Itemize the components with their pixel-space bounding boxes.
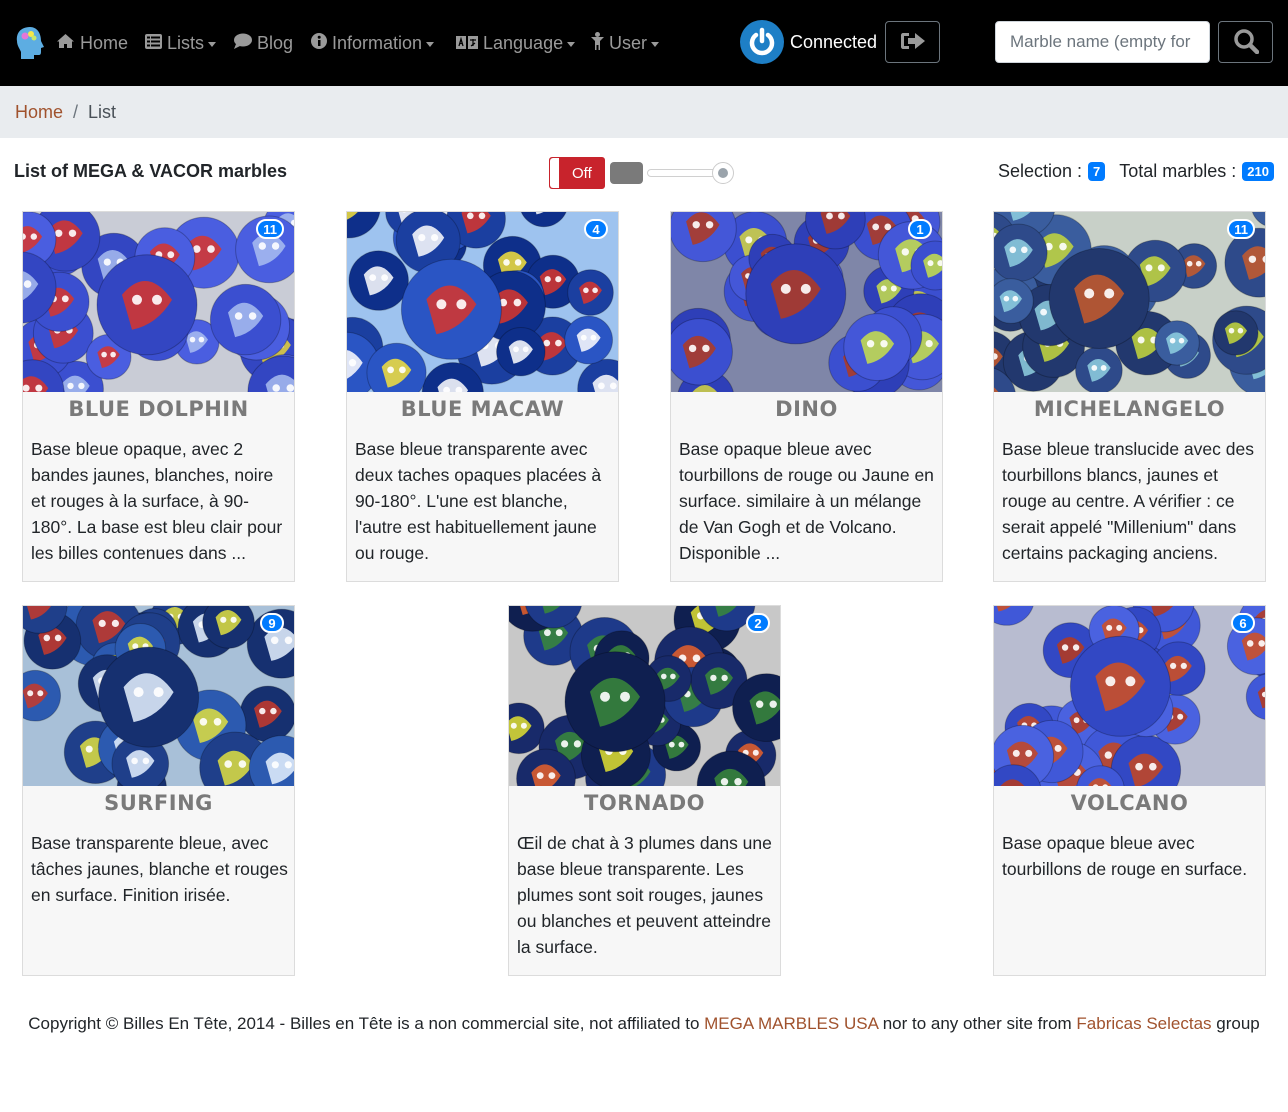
search-input[interactable] (995, 21, 1210, 63)
marble-card[interactable]: 2 TORNADO Œil de chat à 3 plumes dans une … (508, 605, 781, 976)
marble-photo-icon (509, 606, 780, 786)
total-label: Total marbles : (1119, 161, 1237, 181)
marble-name[interactable]: MICHELANGELO (994, 397, 1265, 421)
marble-name[interactable]: BLUE DOLPHIN (23, 397, 294, 421)
footer-copyright: Copyright © Billes En Tête, 2014 - Bille… (28, 1014, 705, 1033)
footer-text-middle: nor to any other site from (877, 1014, 1077, 1033)
marble-name[interactable]: DINO (671, 397, 942, 421)
search-button[interactable] (1218, 21, 1273, 63)
toggle-label: Off (572, 164, 592, 182)
marble-count-badge: 2 (746, 613, 770, 633)
marble-card[interactable]: 4 BLUE MACAW Base bleue transparente avec … (346, 211, 619, 582)
slider-thumb[interactable] (711, 162, 734, 184)
marble-count-badge: 9 (260, 613, 284, 633)
marble-description: Base opaque bleue avec tourbillons de ro… (679, 439, 934, 563)
marble-photo-icon (671, 212, 942, 392)
marble-name[interactable]: SURFING (23, 791, 294, 815)
home-icon (56, 33, 75, 54)
breadcrumb: Home / List (0, 86, 1288, 138)
user-icon (591, 31, 604, 55)
chevron-down-icon (426, 41, 435, 47)
marble-card[interactable]: 9 SURFING Base transparente bleue, avec tâ… (22, 605, 295, 976)
power-icon (740, 20, 784, 64)
nav-language-label: Language (483, 32, 564, 53)
marble-image[interactable] (347, 212, 618, 392)
marble-counts: Selection : 7 Total marbles : 210 (998, 161, 1274, 182)
marble-photo-icon (994, 212, 1265, 392)
head-brain-logo-icon (16, 27, 44, 59)
chevron-down-icon (651, 41, 660, 47)
marble-photo-icon (994, 606, 1265, 786)
marble-image[interactable] (509, 606, 780, 786)
connection-status: Connected (740, 20, 877, 64)
sign-out-icon (900, 31, 926, 54)
list-icon (145, 33, 162, 54)
display-toggle[interactable]: Off (549, 157, 605, 189)
breadcrumb-current: List (88, 101, 117, 122)
nav-blog-label: Blog (257, 32, 294, 53)
marble-count-badge: 6 (1231, 613, 1255, 633)
marble-name[interactable]: BLUE MACAW (347, 397, 618, 421)
footer-link-fabricas-selectas[interactable]: Fabricas Selectas (1076, 1014, 1211, 1033)
marble-image[interactable] (23, 212, 294, 392)
nav-blog[interactable]: Blog (233, 30, 293, 56)
nav-information-label: Information (332, 32, 423, 53)
chevron-down-icon (208, 41, 217, 47)
search-icon (1233, 28, 1259, 57)
nav-lists[interactable]: Lists (145, 30, 217, 56)
marble-card[interactable]: 1 DINO Base opaque bleue avec tourbillons … (670, 211, 943, 582)
marble-count-badge: 11 (1227, 219, 1255, 239)
chevron-down-icon (567, 41, 576, 47)
marble-card[interactable]: 11 MICHELANGELO Base bleue translucide ave… (993, 211, 1266, 582)
total-count-badge: 210 (1242, 162, 1274, 181)
nav-information[interactable]: Information (311, 30, 435, 56)
marble-card[interactable]: 6 VOLCANO Base opaque bleue avec tourbillo… (993, 605, 1266, 976)
breadcrumb-home[interactable]: Home (15, 102, 63, 123)
marble-name[interactable]: VOLCANO (994, 791, 1265, 815)
footer-text-end: group (1211, 1014, 1260, 1033)
language-icon (456, 33, 478, 54)
footer-link-mega-marbles[interactable]: MEGA MARBLES USA (704, 1014, 878, 1033)
page-title: List of MEGA & VACOR marbles (14, 161, 288, 181)
nav-language[interactable]: Language (456, 30, 576, 56)
size-slider[interactable] (647, 162, 737, 184)
marble-description: Base bleue transparente avec deux taches… (355, 439, 602, 563)
marble-description: Base bleue opaque, avec 2 bandes jaunes,… (31, 439, 283, 563)
comment-icon (233, 33, 252, 54)
logout-button[interactable] (885, 21, 940, 63)
marble-image[interactable] (671, 212, 942, 392)
marble-image[interactable] (994, 212, 1265, 392)
marble-description: Base opaque bleue avec tourbillons de ro… (1002, 833, 1248, 879)
nav-home-label: Home (80, 32, 129, 53)
marble-description: Base bleue translucide avec des tourbill… (1002, 439, 1254, 563)
footer: Copyright © Billes En Tête, 2014 - Bille… (0, 1014, 1288, 1034)
nav-lists-label: Lists (167, 32, 205, 53)
marble-image[interactable] (994, 606, 1265, 786)
info-icon (311, 32, 327, 54)
marble-card[interactable]: 11 BLUE DOLPHIN Base bleue opaque, avec 2 … (22, 211, 295, 582)
marble-description: Œil de chat à 3 plumes dans une base ble… (517, 833, 772, 957)
selection-count-badge: 7 (1088, 162, 1106, 181)
breadcrumb-separator: / (73, 101, 79, 122)
navbar: Home Lists Blog Information Language Use… (0, 0, 1288, 86)
marble-count-badge: 11 (256, 219, 284, 239)
nav-user-label: User (609, 32, 648, 53)
marble-name[interactable]: TORNADO (509, 791, 780, 815)
selection-label: Selection : (997, 161, 1083, 181)
toggle-knob (550, 158, 560, 188)
nav-user[interactable]: User (591, 30, 660, 56)
marble-description: Base transparente bleue, avec tâches jau… (31, 833, 288, 905)
marble-count-badge: 1 (908, 219, 932, 239)
marble-image[interactable] (23, 606, 294, 786)
marble-photo-icon (347, 212, 618, 392)
marble-count-badge: 4 (584, 219, 608, 239)
nav-home[interactable]: Home (56, 30, 128, 56)
brand-logo[interactable] (14, 26, 46, 60)
status-label: Connected (790, 31, 878, 52)
view-mode-indicator[interactable] (610, 162, 643, 184)
marble-photo-icon (23, 606, 294, 786)
marble-photo-icon (23, 212, 294, 392)
